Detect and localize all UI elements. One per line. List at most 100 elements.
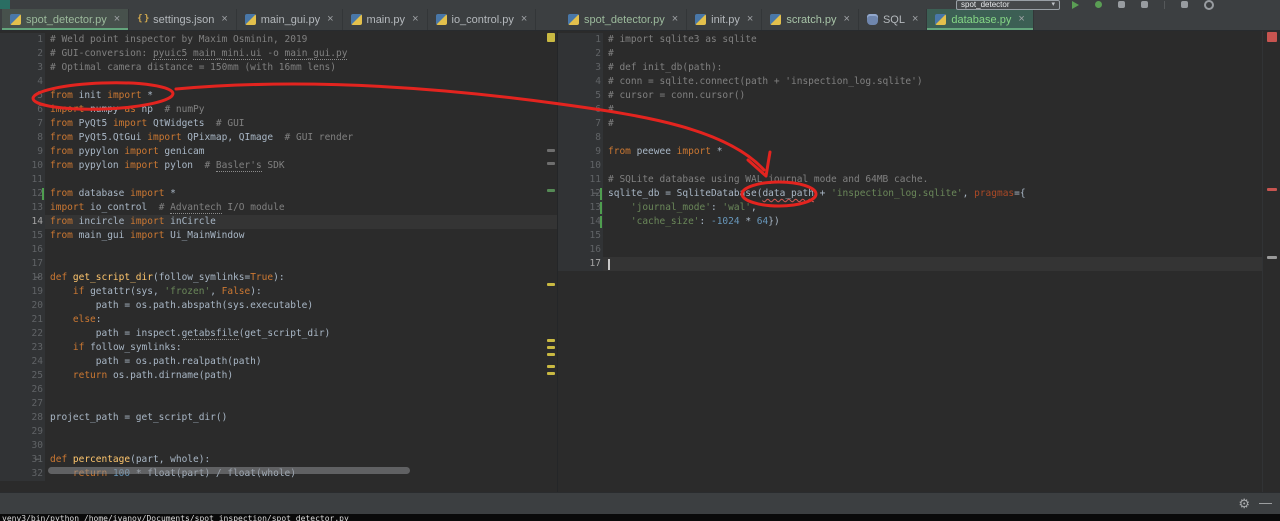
- tab-scratch.py[interactable]: scratch.py ×: [762, 9, 859, 30]
- code-line-25[interactable]: 25 return os.path.dirname(path): [0, 369, 557, 383]
- gutter-cell[interactable]: 8: [558, 131, 603, 145]
- stripe-mark[interactable]: [1267, 188, 1277, 191]
- stripe-mark[interactable]: [547, 339, 555, 342]
- profiler-icon[interactable]: [1141, 1, 1148, 8]
- code-line-1[interactable]: 1 # import sqlite3 as sqlite: [558, 33, 1262, 47]
- gutter-cell[interactable]: 2: [558, 47, 603, 61]
- close-tab-icon[interactable]: ×: [521, 14, 527, 25]
- gutter-cell[interactable]: 19: [0, 285, 45, 299]
- gutter-cell[interactable]: 9: [0, 145, 45, 159]
- code-line-4[interactable]: 4 # conn = sqlite.connect(path + 'inspect…: [558, 75, 1262, 89]
- gutter-cell[interactable]: 32: [0, 467, 45, 481]
- code-line-3[interactable]: 3 # def init_db(path):: [558, 61, 1262, 75]
- tab-spot_detector.py[interactable]: spot_detector.py ×: [2, 9, 130, 30]
- code-line-23[interactable]: 23 if follow_symlinks:: [0, 341, 557, 355]
- fold-icon[interactable]: −: [593, 187, 598, 201]
- stripe-mark[interactable]: [547, 346, 555, 349]
- gutter-cell[interactable]: 13: [558, 201, 603, 215]
- code-line-19[interactable]: 19 if getattr(sys, 'frozen', False):: [0, 285, 557, 299]
- gutter-cell[interactable]: 12: [0, 187, 45, 201]
- gutter-cell[interactable]: 15: [0, 229, 45, 243]
- close-tab-icon[interactable]: ×: [672, 14, 678, 25]
- tab-init.py[interactable]: init.py ×: [687, 9, 763, 30]
- gutter-cell[interactable]: 5: [558, 89, 603, 103]
- code-line-10[interactable]: 10 from pypylon import pylon # Basler's S…: [0, 159, 557, 173]
- gutter-cell[interactable]: 25: [0, 369, 45, 383]
- tab-database.py[interactable]: database.py ×: [927, 9, 1034, 30]
- gutter-cell[interactable]: 9: [558, 145, 603, 159]
- editor-pane-right[interactable]: 1 # import sqlite3 as sqlite 2 #3 # def init…: [558, 31, 1262, 492]
- code-line-31[interactable]: 31− def percentage(part, whole):: [0, 453, 557, 467]
- code-line-28[interactable]: 28 project_path = get_script_dir(): [0, 411, 557, 425]
- code-line-21[interactable]: 21 else:: [0, 313, 557, 327]
- tab-main_gui.py[interactable]: main_gui.py ×: [237, 9, 343, 30]
- search-icon[interactable]: [1204, 0, 1214, 10]
- code-line-12[interactable]: 12 from database import *: [0, 187, 557, 201]
- stripe-mark[interactable]: [547, 149, 555, 152]
- gutter-cell[interactable]: 10: [558, 159, 603, 173]
- code-line-16[interactable]: 16: [0, 243, 557, 257]
- vcs-update-icon[interactable]: [1181, 1, 1188, 8]
- gutter-cell[interactable]: 17: [0, 257, 45, 271]
- code-line-22[interactable]: 22 path = inspect.getabsfile(get_script_…: [0, 327, 557, 341]
- gutter-cell[interactable]: 22: [0, 327, 45, 341]
- stripe-mark[interactable]: [547, 283, 555, 286]
- gutter-cell[interactable]: 8: [0, 131, 45, 145]
- gutter-cell[interactable]: 6: [558, 103, 603, 117]
- error-stripe-left[interactable]: [545, 31, 557, 492]
- code-line-4[interactable]: 4: [0, 75, 557, 89]
- run-config-select[interactable]: spot_detector ▾: [956, 0, 1060, 10]
- close-tab-icon[interactable]: ×: [844, 14, 850, 25]
- code-line-18[interactable]: 18− def get_script_dir(follow_symlinks=Tr…: [0, 271, 557, 285]
- code-line-20[interactable]: 20 path = os.path.abspath(sys.executable…: [0, 299, 557, 313]
- code-line-5[interactable]: 5 # cursor = conn.cursor(): [558, 89, 1262, 103]
- code-area-left[interactable]: 1 # Weld point inspector by Maxim Osminin…: [0, 33, 557, 481]
- gutter-cell[interactable]: 13: [0, 201, 45, 215]
- stripe-mark[interactable]: [547, 353, 555, 356]
- horizontal-scrollbar[interactable]: [48, 467, 410, 474]
- code-line-15[interactable]: 15 from main_gui import Ui_MainWindow: [0, 229, 557, 243]
- gutter-cell[interactable]: 26: [0, 383, 45, 397]
- gutter-cell[interactable]: 1: [0, 33, 45, 47]
- code-line-24[interactable]: 24 path = os.path.realpath(path): [0, 355, 557, 369]
- close-tab-icon[interactable]: ×: [221, 14, 227, 25]
- gutter-cell[interactable]: 4: [0, 75, 45, 89]
- code-line-13[interactable]: 13 import io_control # Advantech I/O modu…: [0, 201, 557, 215]
- code-line-29[interactable]: 29: [0, 425, 557, 439]
- code-line-6[interactable]: 6 #: [558, 103, 1262, 117]
- code-line-6[interactable]: 6 import numpy as np # numPy: [0, 103, 557, 117]
- code-line-11[interactable]: 11: [0, 173, 557, 187]
- fold-icon[interactable]: −: [35, 453, 40, 467]
- gutter-cell[interactable]: 4: [558, 75, 603, 89]
- gutter-cell[interactable]: 23: [0, 341, 45, 355]
- tab-io_control.py[interactable]: io_control.py ×: [428, 9, 537, 30]
- code-line-3[interactable]: 3 # Optimal camera distance = 150mm (with…: [0, 61, 557, 75]
- close-tab-icon[interactable]: ×: [327, 14, 333, 25]
- code-line-2[interactable]: 2 #: [558, 47, 1262, 61]
- code-line-27[interactable]: 27: [0, 397, 557, 411]
- close-tab-icon[interactable]: ×: [1018, 14, 1024, 25]
- tab-main.py[interactable]: main.py ×: [343, 9, 428, 30]
- stripe-mark[interactable]: [547, 33, 555, 42]
- stripe-mark[interactable]: [547, 372, 555, 375]
- code-line-13[interactable]: 13 'journal_mode': 'wal',: [558, 201, 1262, 215]
- gutter-cell[interactable]: 20: [0, 299, 45, 313]
- gutter-cell[interactable]: 1: [558, 33, 603, 47]
- collapse-icon[interactable]: —: [1259, 495, 1272, 510]
- gutter-cell[interactable]: 14: [0, 215, 45, 229]
- code-line-7[interactable]: 7 #: [558, 117, 1262, 131]
- gutter-cell[interactable]: 7: [558, 117, 603, 131]
- code-line-1[interactable]: 1 # Weld point inspector by Maxim Osminin…: [0, 33, 557, 47]
- tab-spot_detector.py[interactable]: spot_detector.py ×: [560, 9, 688, 30]
- gutter-cell[interactable]: 5: [0, 89, 45, 103]
- gutter-cell[interactable]: 28: [0, 411, 45, 425]
- code-line-17[interactable]: 17: [558, 257, 1262, 271]
- tab-settings.json[interactable]: settings.json ×: [129, 9, 237, 30]
- code-line-8[interactable]: 8: [558, 131, 1262, 145]
- tab-SQL[interactable]: SQL ×: [859, 9, 928, 30]
- gutter-cell[interactable]: 21: [0, 313, 45, 327]
- code-line-15[interactable]: 15: [558, 229, 1262, 243]
- gutter-cell[interactable]: 24: [0, 355, 45, 369]
- close-tab-icon[interactable]: ×: [412, 14, 418, 25]
- gutter-cell[interactable]: 3: [558, 61, 603, 75]
